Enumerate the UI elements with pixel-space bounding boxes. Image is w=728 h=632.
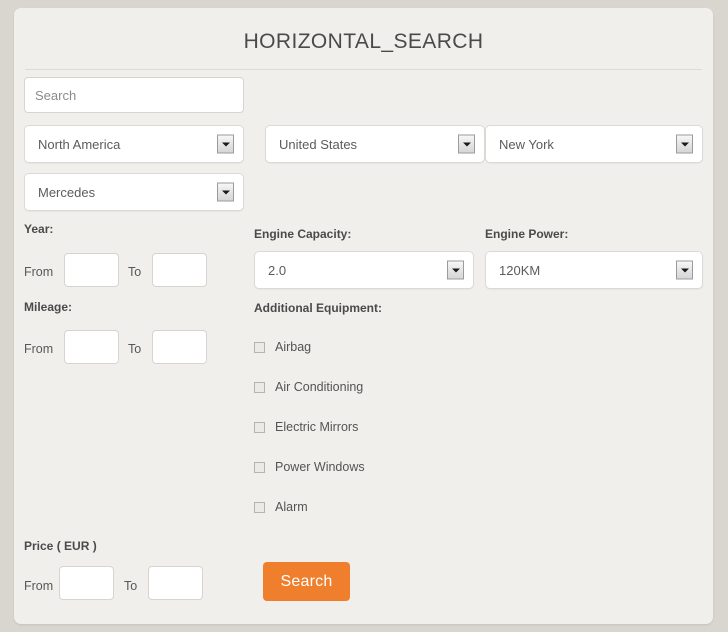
select-make-value: Mercedes — [38, 184, 96, 200]
chevron-down-icon — [447, 260, 464, 280]
chevron-down-icon — [458, 134, 475, 154]
search-panel: HORIZONTAL_SEARCH North America United S… — [14, 8, 713, 624]
checkbox-row-air-conditioning[interactable]: Air Conditioning — [254, 379, 363, 395]
select-country[interactable]: United States — [265, 125, 485, 163]
select-region[interactable]: North America — [24, 125, 244, 163]
year-label: Year: — [24, 222, 54, 236]
chevron-down-icon — [217, 182, 234, 202]
mileage-label: Mileage: — [24, 300, 73, 314]
chevron-down-icon — [217, 134, 234, 154]
mileage-from-label: From — [24, 342, 54, 356]
select-engine-capacity[interactable]: 2.0 — [254, 251, 474, 289]
select-make[interactable]: Mercedes — [24, 173, 244, 211]
search-input[interactable] — [24, 77, 244, 113]
checkbox-airbag[interactable] — [254, 341, 265, 353]
select-engine-power-value: 120KM — [499, 262, 541, 278]
checkbox-label-alarm: Alarm — [275, 500, 308, 514]
page-root: HORIZONTAL_SEARCH North America United S… — [0, 0, 728, 632]
checkbox-label-airbag: Airbag — [275, 340, 312, 354]
year-from-input[interactable] — [64, 253, 119, 287]
checkbox-label-power-windows: Power Windows — [275, 460, 365, 474]
checkbox-electric-mirrors[interactable] — [254, 421, 265, 433]
checkbox-air-conditioning[interactable] — [254, 381, 265, 393]
search-button[interactable]: Search — [263, 562, 350, 601]
select-state[interactable]: New York — [485, 125, 703, 163]
engine-capacity-label: Engine Capacity: — [254, 227, 352, 241]
checkbox-alarm[interactable] — [254, 501, 265, 513]
year-from-label: From — [24, 265, 54, 279]
checkbox-row-airbag[interactable]: Airbag — [254, 339, 311, 355]
price-from-label: From — [24, 579, 54, 593]
engine-power-label: Engine Power: — [485, 227, 569, 241]
price-to-input[interactable] — [148, 566, 203, 600]
mileage-from-input[interactable] — [64, 330, 119, 364]
header-divider — [25, 69, 702, 70]
price-label: Price ( EUR ) — [24, 539, 97, 553]
checkbox-label-electric-mirrors: Electric Mirrors — [275, 420, 359, 434]
checkbox-row-power-windows[interactable]: Power Windows — [254, 459, 365, 475]
checkbox-power-windows[interactable] — [254, 461, 265, 473]
mileage-to-input[interactable] — [152, 330, 207, 364]
select-country-value: United States — [279, 136, 358, 152]
price-to-label: To — [124, 579, 138, 593]
checkbox-row-alarm[interactable]: Alarm — [254, 499, 308, 515]
select-state-value: New York — [499, 136, 554, 152]
year-to-label: To — [128, 265, 142, 279]
chevron-down-icon — [676, 134, 693, 154]
checkbox-row-electric-mirrors[interactable]: Electric Mirrors — [254, 419, 358, 435]
select-region-value: North America — [38, 136, 121, 152]
select-engine-power[interactable]: 120KM — [485, 251, 703, 289]
price-from-input[interactable] — [59, 566, 114, 600]
select-engine-capacity-value: 2.0 — [268, 262, 287, 278]
additional-equipment-label: Additional Equipment: — [254, 301, 382, 315]
mileage-to-label: To — [128, 342, 142, 356]
year-to-input[interactable] — [152, 253, 207, 287]
chevron-down-icon — [676, 260, 693, 280]
page-title: HORIZONTAL_SEARCH — [243, 30, 484, 53]
checkbox-label-air-conditioning: Air Conditioning — [275, 380, 364, 394]
